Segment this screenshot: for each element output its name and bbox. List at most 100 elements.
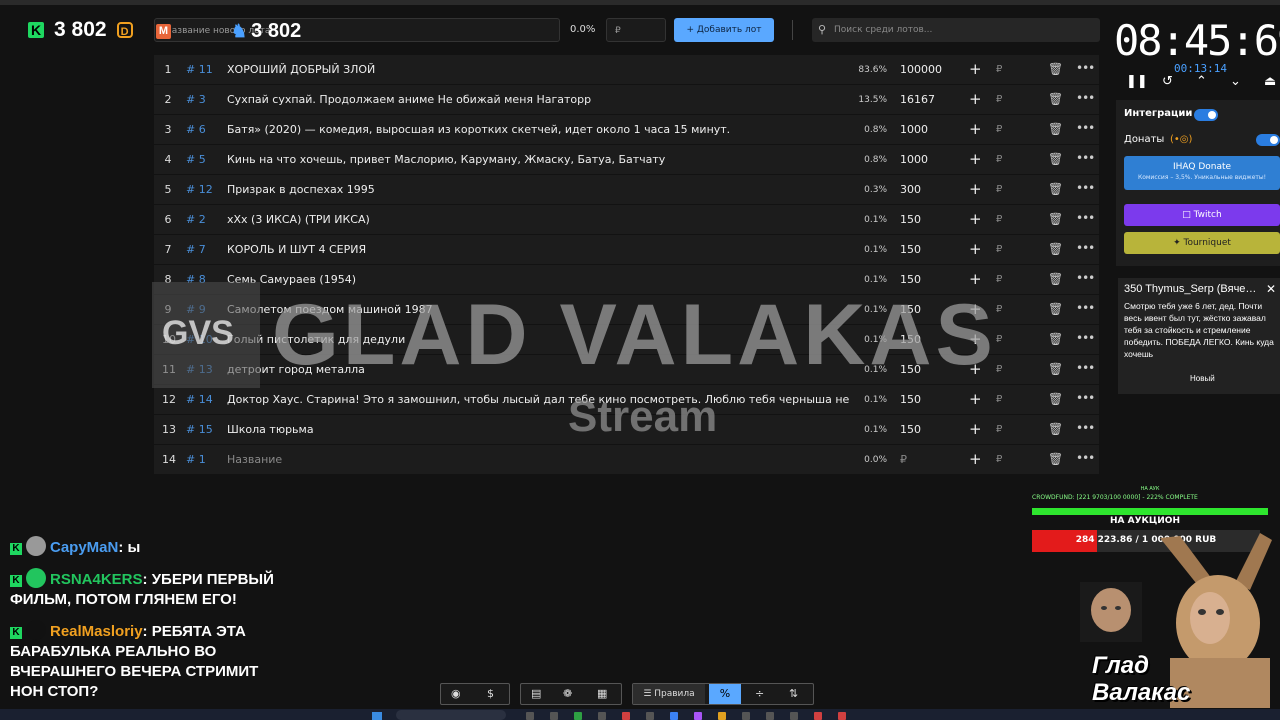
lot-amount[interactable]: 150: [900, 363, 921, 376]
collapse-icon[interactable]: ⏏: [1264, 74, 1276, 89]
windows-start-icon[interactable]: [372, 712, 382, 720]
lot-amount[interactable]: 150: [900, 393, 921, 406]
taskbar-app-icon[interactable]: [574, 712, 582, 720]
taskbar-app-icon[interactable]: [550, 712, 558, 720]
lot-currency[interactable]: ₽: [996, 184, 1002, 195]
trash-icon[interactable]: 🗑: [1048, 302, 1063, 316]
lot-row[interactable]: 14 # 1 Название 0.0% ₽ + ₽ 🗑 •••: [154, 445, 1099, 474]
trash-icon[interactable]: 🗑: [1048, 332, 1063, 346]
lot-title[interactable]: КОРОЛЬ И ШУТ 4 СЕРИЯ: [227, 243, 849, 256]
lot-title[interactable]: Семь Самураев (1954): [227, 273, 849, 286]
lot-title[interactable]: xXx (3 ИКСА) (ТРИ ИКСА): [227, 213, 849, 226]
lot-amount[interactable]: ₽: [900, 453, 907, 466]
bug-icon[interactable]: ❁: [563, 687, 572, 700]
lot-amount[interactable]: 150: [900, 303, 921, 316]
pause-icon[interactable]: ❚❚: [1126, 74, 1148, 89]
more-options-icon[interactable]: •••: [1076, 211, 1095, 225]
taskbar-app-icon[interactable]: [526, 712, 534, 720]
delete-all-icon[interactable]: ▦: [597, 687, 607, 700]
add-amount-icon[interactable]: +: [969, 90, 982, 108]
trash-icon[interactable]: 🗑: [1048, 122, 1063, 136]
more-options-icon[interactable]: •••: [1076, 91, 1095, 105]
add-lot-button[interactable]: + Добавить лот: [674, 18, 774, 42]
lot-row[interactable]: 3 # 6 Батя» (2020) — комедия, выросшая из …: [154, 115, 1099, 144]
taskbar-app-icon[interactable]: [598, 712, 606, 720]
chevron-down-icon[interactable]: ⌄: [1230, 74, 1241, 89]
lot-currency[interactable]: ₽: [996, 244, 1002, 255]
lot-title[interactable]: Кинь на что хочешь, привет Маслорию, Кар…: [227, 153, 849, 166]
add-amount-icon[interactable]: +: [969, 300, 982, 318]
sort-icon[interactable]: ⇅: [789, 687, 798, 700]
trash-icon[interactable]: 🗑: [1048, 152, 1063, 166]
add-amount-icon[interactable]: +: [969, 390, 982, 408]
lot-row[interactable]: 7 # 7 КОРОЛЬ И ШУТ 4 СЕРИЯ 0.1% 150 + ₽ 🗑 •••: [154, 235, 1099, 264]
add-amount-icon[interactable]: +: [969, 60, 982, 78]
lot-title[interactable]: Доктор Хаус. Старина! Это я замошнил, чт…: [227, 393, 849, 406]
lot-title[interactable]: детроит город металла: [227, 363, 849, 376]
equal-icon[interactable]: ÷: [755, 687, 764, 700]
percent-toggle[interactable]: %: [709, 684, 741, 704]
lot-title[interactable]: Голый пистолетик для дедули: [227, 333, 849, 346]
lot-row[interactable]: 6 # 2 xXx (3 ИКСА) (ТРИ ИКСА) 0.1% 150 + ₽ 🗑 •••: [154, 205, 1099, 234]
more-options-icon[interactable]: •••: [1076, 241, 1095, 255]
add-amount-icon[interactable]: +: [969, 210, 982, 228]
lot-title[interactable]: Самолетом поездом машиной 1987: [227, 303, 849, 316]
lot-amount[interactable]: 150: [900, 213, 921, 226]
lot-currency[interactable]: ₽: [996, 274, 1002, 285]
github-icon[interactable]: ◉: [451, 687, 461, 700]
close-icon[interactable]: ✕: [1266, 282, 1276, 296]
lot-amount[interactable]: 150: [900, 243, 921, 256]
add-amount-icon[interactable]: +: [969, 270, 982, 288]
taskbar-app-icon[interactable]: [742, 712, 750, 720]
lot-currency[interactable]: ₽: [996, 304, 1002, 315]
more-options-icon[interactable]: •••: [1076, 151, 1095, 165]
lot-amount[interactable]: 1000: [900, 123, 928, 136]
lot-currency[interactable]: ₽: [996, 94, 1002, 105]
dollar-icon[interactable]: $: [487, 687, 494, 700]
lot-title[interactable]: Батя» (2020) — комедия, выросшая из коро…: [227, 123, 849, 136]
trash-icon[interactable]: 🗑: [1048, 92, 1063, 106]
lot-currency[interactable]: ₽: [996, 394, 1002, 405]
trash-icon[interactable]: 🗑: [1048, 212, 1063, 226]
more-options-icon[interactable]: •••: [1076, 391, 1095, 405]
trash-icon[interactable]: 🗑: [1048, 422, 1063, 436]
more-options-icon[interactable]: •••: [1076, 121, 1095, 135]
add-amount-icon[interactable]: +: [969, 240, 982, 258]
taskbar-app-icon[interactable]: [814, 712, 822, 720]
trash-icon[interactable]: 🗑: [1048, 182, 1063, 196]
lot-row[interactable]: 5 # 12 Призрак в доспехах 1995 0.3% 300 + ₽ 🗑 ••…: [154, 175, 1099, 204]
tourniquet-button[interactable]: ✦ Tourniquet: [1124, 232, 1280, 254]
lot-row[interactable]: 9 # 9 Самолетом поездом машиной 1987 0.1% 15…: [154, 295, 1099, 324]
add-amount-icon[interactable]: +: [969, 150, 982, 168]
trash-icon[interactable]: 🗑: [1048, 62, 1063, 76]
twitch-button[interactable]: □ Twitch: [1124, 204, 1280, 226]
trash-icon[interactable]: 🗑: [1048, 452, 1063, 466]
trash-icon[interactable]: 🗑: [1048, 242, 1063, 256]
new-lot-amount-input[interactable]: ₽: [606, 18, 666, 42]
more-options-icon[interactable]: •••: [1076, 61, 1095, 75]
add-amount-icon[interactable]: +: [969, 180, 982, 198]
lot-amount[interactable]: 150: [900, 423, 921, 436]
lot-amount[interactable]: 1000: [900, 153, 928, 166]
lot-amount[interactable]: 100000: [900, 63, 942, 76]
lot-currency[interactable]: ₽: [996, 454, 1002, 465]
more-options-icon[interactable]: •••: [1076, 361, 1095, 375]
taskbar-app-icon[interactable]: [766, 712, 774, 720]
lot-title[interactable]: Школа тюрьма: [227, 423, 849, 436]
lot-title[interactable]: Название: [227, 453, 849, 466]
rules-button[interactable]: ☰ Правила: [633, 684, 705, 704]
taskbar-search[interactable]: [396, 710, 506, 720]
add-amount-icon[interactable]: +: [969, 450, 982, 468]
lot-row[interactable]: 13 # 15 Школа тюрьма 0.1% 150 + ₽ 🗑 •••: [154, 415, 1099, 444]
lot-row[interactable]: 8 # 8 Семь Самураев (1954) 0.1% 150 + ₽ 🗑 •••: [154, 265, 1099, 294]
more-options-icon[interactable]: •••: [1076, 301, 1095, 315]
taskbar-app-icon[interactable]: [646, 712, 654, 720]
more-options-icon[interactable]: •••: [1076, 331, 1095, 345]
trash-icon[interactable]: 🗑: [1048, 272, 1063, 286]
trash-icon[interactable]: 🗑: [1048, 392, 1063, 406]
chat-username[interactable]: RSNA4KERS: [50, 571, 143, 588]
chat-username[interactable]: CapyMaN: [50, 539, 118, 556]
lot-currency[interactable]: ₽: [996, 214, 1002, 225]
more-options-icon[interactable]: •••: [1076, 271, 1095, 285]
lot-row[interactable]: 12 # 14 Доктор Хаус. Старина! Это я замошн…: [154, 385, 1099, 414]
